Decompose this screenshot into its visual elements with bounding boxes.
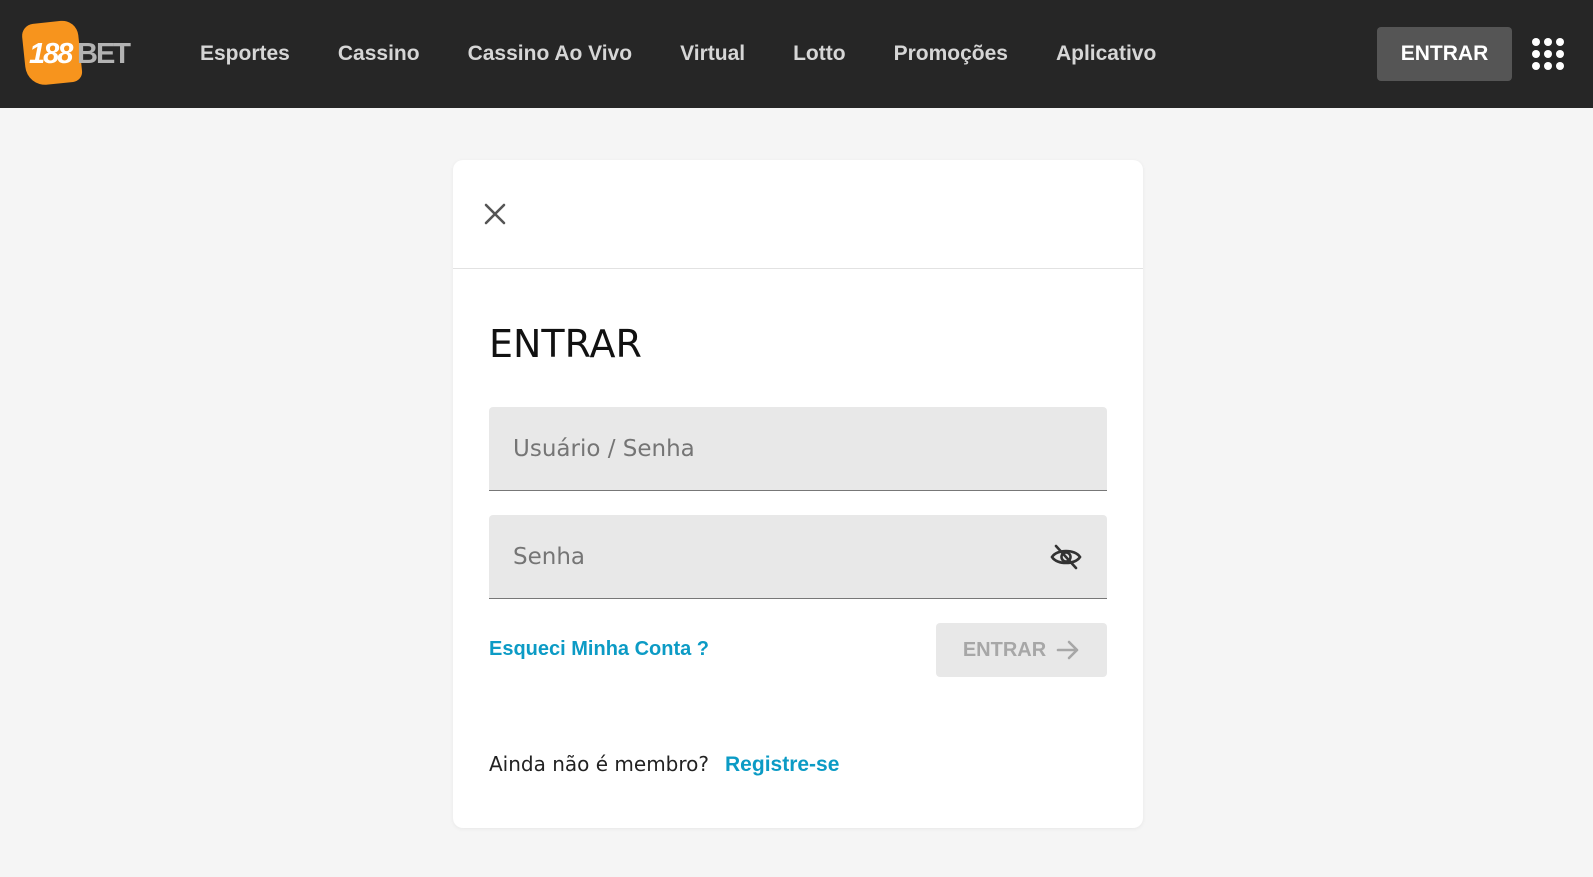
grid-dot xyxy=(1556,50,1564,58)
login-modal: ENTRAR Esqueci Minha Conta ? ENTRAR Aind… xyxy=(453,160,1143,828)
password-field[interactable] xyxy=(489,515,1107,599)
main-nav: Esportes Cassino Cassino Ao Vivo Virtual… xyxy=(200,0,1156,108)
username-field[interactable] xyxy=(489,407,1107,491)
grid-dot xyxy=(1556,62,1564,70)
register-row: Ainda não é membro? Registre-se xyxy=(489,752,839,777)
logo-number: 188 xyxy=(29,38,73,70)
brand-logo[interactable]: 188 BET xyxy=(20,19,131,87)
grid-dot xyxy=(1544,50,1552,58)
logo-text: BET xyxy=(77,38,131,70)
nav-item-aplicativo[interactable]: Aplicativo xyxy=(1056,42,1156,66)
grid-dot xyxy=(1544,38,1552,46)
nav-item-lotto[interactable]: Lotto xyxy=(793,42,845,66)
grid-dot xyxy=(1556,38,1564,46)
grid-dot xyxy=(1532,62,1540,70)
grid-dot xyxy=(1532,38,1540,46)
grid-menu-icon[interactable] xyxy=(1532,38,1564,70)
eye-slash-icon[interactable] xyxy=(1049,543,1083,571)
header-login-button[interactable]: ENTRAR xyxy=(1377,27,1512,81)
login-submit-button[interactable]: ENTRAR xyxy=(936,623,1107,677)
nav-item-promocoes[interactable]: Promoções xyxy=(894,42,1008,66)
register-link[interactable]: Registre-se xyxy=(725,753,839,777)
username-input[interactable] xyxy=(489,407,1107,490)
close-icon[interactable] xyxy=(483,202,507,226)
nav-item-virtual[interactable]: Virtual xyxy=(680,42,745,66)
modal-title: ENTRAR xyxy=(489,322,642,366)
grid-dot xyxy=(1532,50,1540,58)
nav-item-cassino[interactable]: Cassino xyxy=(338,42,420,66)
nav-item-esportes[interactable]: Esportes xyxy=(200,42,290,66)
forgot-account-link[interactable]: Esqueci Minha Conta ? xyxy=(489,638,709,661)
password-input[interactable] xyxy=(489,515,1107,598)
submit-label: ENTRAR xyxy=(962,638,1047,661)
arrow-right-icon xyxy=(1056,640,1079,660)
grid-dot xyxy=(1544,62,1552,70)
top-navigation-bar: 188 BET Esportes Cassino Cassino Ao Vivo… xyxy=(0,0,1593,108)
modal-header xyxy=(453,160,1143,269)
not-member-text: Ainda não é membro? xyxy=(489,752,710,776)
nav-item-cassino-ao-vivo[interactable]: Cassino Ao Vivo xyxy=(468,42,633,66)
